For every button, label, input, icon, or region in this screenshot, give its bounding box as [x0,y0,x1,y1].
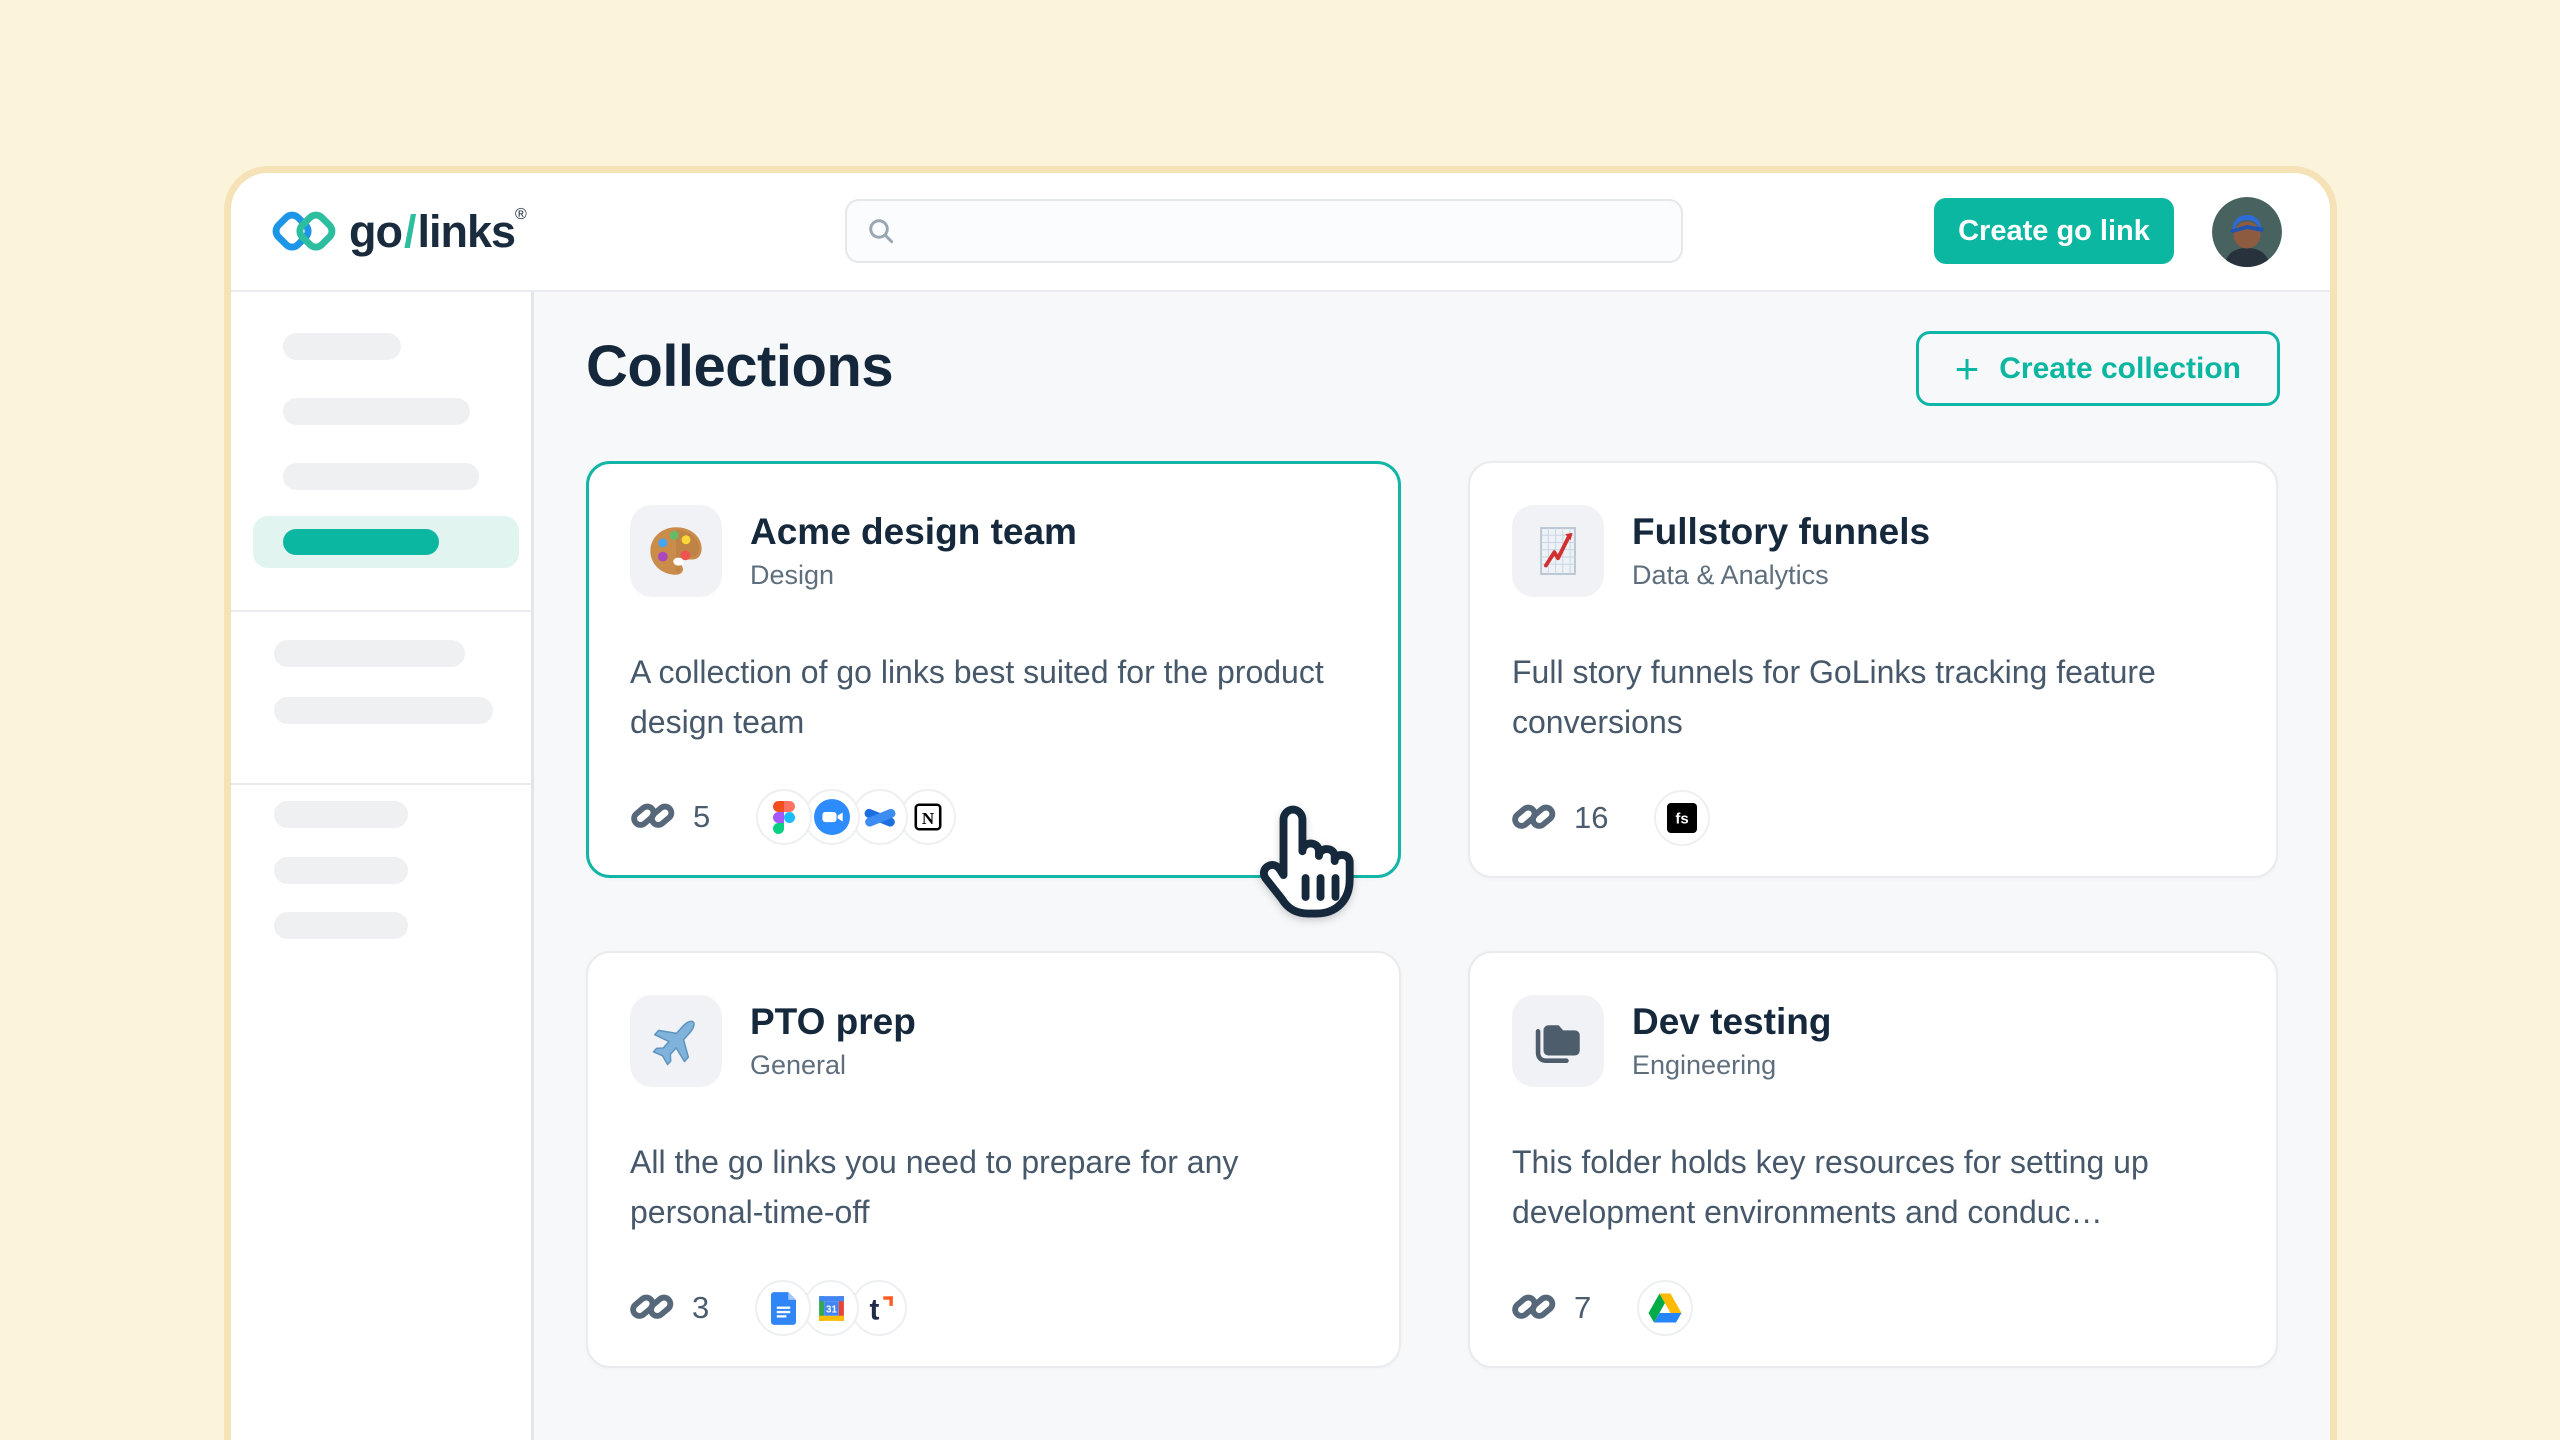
golinks-logo-icon [271,208,337,256]
collection-category: Engineering [1632,1050,1831,1081]
collection-card-pto-prep[interactable]: PTO prep General All the go links you ne… [586,951,1401,1368]
collection-description: All the go links you need to prepare for… [630,1137,1359,1237]
card-footer: 5 [631,789,956,845]
collection-card-acme-design-team[interactable]: Acme design team Design A collection of … [586,461,1401,878]
collection-card-dev-testing[interactable]: Dev testing Engineering This folder hold… [1468,951,2278,1368]
avatar-photo [2212,197,2282,267]
golinks-logo-text: go/links® [349,206,526,258]
fullstory-icon: fs [1654,790,1710,846]
collections-grid: Acme design team Design A collection of … [586,461,2330,1368]
notion-icon: N [900,789,956,845]
figma-icon [756,789,812,845]
avatar[interactable] [2212,197,2282,267]
link-count: 7 [1512,1289,1591,1327]
sidebar-skeleton-item [274,640,465,667]
collection-title: PTO prep [750,1001,916,1043]
sidebar-skeleton-item [274,857,408,884]
create-collection-label: Create collection [1999,352,2241,386]
card-header: PTO prep General [630,995,1359,1087]
search-input[interactable] [909,215,1681,248]
card-footer: 7 [1512,1280,1693,1336]
link-chain-icon [630,1289,676,1327]
card-title-block: Dev testing Engineering [1632,1001,1831,1081]
svg-text:t: t [870,1294,880,1325]
card-footer: 16 fs [1512,790,1710,846]
link-count: 5 [631,798,710,836]
collection-category: Data & Analytics [1632,560,1930,591]
sidebar-item-collections-active[interactable] [253,516,519,568]
main-content: Collections + Create collection [534,292,2330,1440]
sidebar-skeleton-item [283,333,401,360]
google-calendar-icon: 31 [803,1280,859,1336]
card-header: Acme design team Design [630,505,1359,597]
app-icons: fs [1654,790,1710,846]
app-header: go/links® Create go link [231,173,2330,292]
golinks-logo[interactable]: go/links® [271,206,526,258]
app-icons: 31 t [755,1280,907,1336]
sidebar-skeleton-item [283,463,479,490]
collection-title: Acme design team [750,511,1077,553]
airplane-icon [630,995,722,1087]
page-background: go/links® Create go link [0,0,2560,1440]
sidebar-divider [231,610,531,612]
folder-icon [1512,995,1604,1087]
app-icons: N [756,789,956,845]
collection-card-fullstory-funnels[interactable]: Fullstory funnels Data & Analytics Full … [1468,461,2278,878]
link-count-value: 16 [1574,800,1608,836]
collection-category: General [750,1050,916,1081]
create-go-link-button[interactable]: Create go link [1934,198,2174,264]
app-window: go/links® Create go link [224,166,2337,1440]
sidebar [231,292,534,1440]
card-header: Fullstory funnels Data & Analytics [1512,505,2236,597]
app-icons [1637,1280,1693,1336]
create-collection-button[interactable]: + Create collection [1916,331,2280,406]
card-title-block: Fullstory funnels Data & Analytics [1632,511,1930,591]
palette-icon [630,505,722,597]
link-count-value: 7 [1574,1290,1591,1326]
google-drive-icon [1637,1280,1693,1336]
link-count-value: 3 [692,1290,709,1326]
svg-text:N: N [922,809,935,828]
card-title-block: Acme design team Design [750,511,1077,591]
chart-increasing-icon [1512,505,1604,597]
registered-mark: ® [515,206,526,223]
sidebar-skeleton-item [274,912,408,939]
link-chain-icon [631,798,677,836]
sidebar-active-bar [283,529,439,555]
search-icon [865,215,897,247]
link-count: 16 [1512,799,1608,837]
sidebar-skeleton-item [274,801,408,828]
zoom-icon [804,789,860,845]
link-chain-icon [1512,1289,1558,1327]
collection-title: Dev testing [1632,1001,1831,1043]
app-body: Collections + Create collection [231,292,2330,1440]
card-footer: 3 [630,1280,907,1336]
confluence-icon [852,789,908,845]
t-app-icon: t [851,1280,907,1336]
sidebar-skeleton-item [274,697,493,724]
collection-description: A collection of go links best suited for… [630,647,1359,747]
svg-text:31: 31 [826,1304,837,1315]
collection-category: Design [750,560,1077,591]
search-bar[interactable] [845,199,1683,263]
card-header: Dev testing Engineering [1512,995,2236,1087]
google-docs-icon [755,1280,811,1336]
collection-description: Full story funnels for GoLinks tracking … [1512,647,2236,747]
link-count: 3 [630,1289,709,1327]
logo-slash: / [402,206,418,257]
svg-text:fs: fs [1676,811,1689,828]
sidebar-divider [231,783,531,785]
link-chain-icon [1512,799,1558,837]
sidebar-skeleton-item [283,398,470,425]
card-title-block: PTO prep General [750,1001,916,1081]
link-count-value: 5 [693,799,710,835]
collection-description: This folder holds key resources for sett… [1512,1137,2236,1237]
collection-title: Fullstory funnels [1632,511,1930,553]
